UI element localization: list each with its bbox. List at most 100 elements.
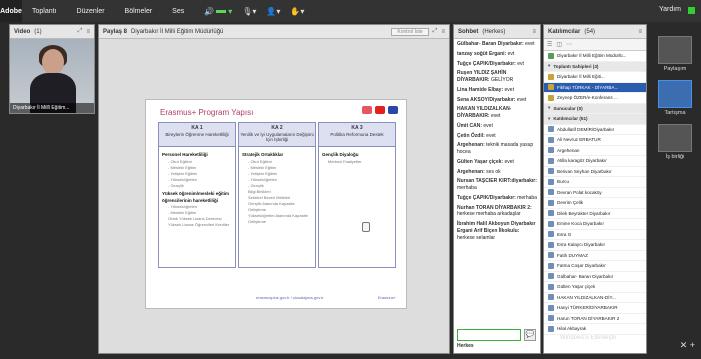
participant-row[interactable]: Fatih DUYMAZ (544, 251, 646, 261)
chat-message: Çetin Özdil: evet (457, 133, 537, 140)
attendee-name: Ali Nevruz ERBATUR (557, 137, 601, 143)
activation-watermark: Windows'u Etkinleştir (560, 335, 617, 341)
user-icon (548, 136, 554, 143)
chat-message: Nurhan TORAN DİYARBAKIR 2: herkese merha… (457, 205, 537, 219)
participant-row[interactable]: Devrim Çelik (544, 198, 646, 209)
chat-pod-title: Sohbet (458, 28, 479, 35)
layout-share-label[interactable]: Paylaşım (649, 66, 701, 72)
layout-discussion-thumbnail[interactable] (658, 80, 692, 108)
participant-row[interactable]: Gülbahar- Baran Diyarbakır (544, 272, 646, 282)
slide-title: Erasmus+ Program Yapısı (160, 108, 254, 117)
participant-row[interactable]: Burcu (544, 177, 646, 188)
chat-text: evt (507, 50, 515, 57)
options-icon[interactable]: ⋯ (566, 41, 572, 48)
hosts-group-header[interactable]: ▾ Toplantı Sahipleri (3) (544, 61, 646, 72)
webcam-icon[interactable]: 👤▾ (266, 7, 280, 16)
host-row[interactable]: Fikhap TÜRKAK - DİYARBA... (544, 82, 646, 93)
user-icon (548, 178, 554, 185)
attendee-name: Argehenan (557, 147, 580, 153)
share-pod: Paylaş 8 Diyarbakır İl Milli Eğitim Müdü… (98, 24, 450, 354)
collapse-arrow-icon[interactable]: ▾ (548, 105, 550, 111)
ka-name: Bireylerin Öğrenme Hareketliliği (165, 131, 229, 137)
pod-menu-icon[interactable]: ≡ (441, 29, 445, 35)
participant-row[interactable]: HAKAN YILDIZALKAN-DİY... (544, 293, 646, 303)
raise-hand-icon[interactable]: ✋▾ (290, 7, 304, 16)
participant-row[interactable]: Dilek Beyrakter Diyarbakır (544, 209, 646, 219)
attendee-name: Diyarbakır İl Milli Eğitim Müdürlü... (557, 53, 627, 59)
chat-input[interactable] (457, 329, 521, 341)
fullscreen-icon[interactable]: ⤢ (433, 28, 438, 35)
participant-row[interactable]: Berivan Seyhan Diyarbakır (544, 167, 646, 177)
microphone-icon[interactable]: 🎙▾ (242, 7, 256, 16)
layout-collaboration-label[interactable]: İş birliği (649, 154, 701, 160)
participant-row[interactable]: Abdullatif DEMİR/Diyarbakır (544, 125, 646, 135)
menu-audio[interactable]: Ses (162, 8, 194, 15)
attendee-name: Hilal Akbayrak (557, 326, 587, 332)
tools-icons[interactable]: ✕ + (680, 340, 695, 351)
host-row[interactable]: Diyarbakır İl Milli Eğiti... (544, 72, 646, 83)
attendee-name: Diyarbakır İl Milli Eğiti... (557, 74, 605, 80)
speaker-icon[interactable]: 🔊 ▾ (204, 7, 232, 16)
participant-row[interactable]: Gülten Yaşar çiçek (544, 282, 646, 293)
fullscreen-icon[interactable]: ⤢ (78, 28, 83, 35)
participant-row[interactable]: Emine Koca Diyarbakır (544, 219, 646, 230)
chat-pod: Sohbet (Herkes) ≡ Gülbahar- Baran Diyarb… (453, 24, 541, 354)
participant-row[interactable]: Harun TORAN DİYARBAKIR 2 (544, 314, 646, 324)
participant-row[interactable]: Hilal Akbayrak (544, 324, 646, 335)
attendee-name: Fatih DUYMAZ (557, 252, 588, 258)
menu-bar: Adobe Toplantı Düzenler Bölmeler Ses 🔊 ▾ … (0, 0, 701, 22)
menu-layouts[interactable]: Düzenler (67, 8, 115, 15)
attendee-name: Esra Kalaycı Diyarbakır (557, 242, 605, 248)
user-icon (548, 94, 554, 101)
participant-row[interactable]: Esra G (544, 230, 646, 240)
chat-sender: Argehenan: (457, 168, 485, 175)
participant-row[interactable]: Argehenan (544, 146, 646, 156)
user-icon (548, 168, 554, 175)
host-row[interactable]: Zeynep ÖZER/e-Konferans ... (544, 93, 646, 104)
send-message-button[interactable]: 💬 (524, 329, 536, 341)
menu-meeting[interactable]: Toplantı (22, 8, 67, 15)
chat-message: Gülbahar- Baran Diyarbakır: evet (457, 41, 537, 48)
participants-group-header[interactable]: ▾ Katılımcılar (51) (544, 114, 646, 125)
user-icon (548, 283, 554, 290)
user-icon (548, 315, 554, 322)
chat-text: herkese selamlar (457, 234, 496, 241)
user-icon (548, 73, 554, 80)
presentation-slide: Erasmus+ Program Yapısı KA 1 Bireylerin Ö… (145, 99, 407, 309)
layout-share-thumbnail[interactable] (658, 36, 692, 64)
participant-row[interactable]: Hanyi TÜRKER/DİYARBAKIR (544, 303, 646, 314)
help-menu[interactable]: Yardım (659, 6, 681, 13)
pod-menu-icon[interactable]: ≡ (638, 29, 642, 35)
menu-pods[interactable]: Bölmeler (115, 8, 163, 15)
user-icon (548, 325, 554, 332)
participant-row[interactable]: Ali Nevruz ERBATUR (544, 135, 646, 146)
participant-row[interactable]: Devran Polat kocaköy (544, 188, 646, 198)
user-icon (548, 199, 554, 206)
chat-pod-header: Sohbet (Herkes) ≡ (454, 25, 540, 39)
presenters-group-header[interactable]: ▾ Sunucular (0) (544, 103, 646, 114)
pod-menu-icon[interactable]: ≡ (86, 29, 90, 35)
attendee-name: Gülbahar- Baran Diyarbakır (557, 273, 614, 279)
collapse-arrow-icon[interactable]: ▾ (548, 116, 550, 122)
collapse-arrow-icon[interactable]: ▾ (548, 63, 550, 69)
attendee-name: Fikhap TÜRKAK - DİYARBA... (557, 84, 619, 90)
list-view-icon[interactable]: ☰ (547, 41, 552, 48)
chat-tab-everyone[interactable]: Herkes (457, 343, 474, 349)
request-control-button[interactable]: Kontrol İste (391, 27, 429, 36)
status-view-icon[interactable]: ◫ (556, 41, 562, 48)
chat-message: Sena AKSOY/Diyarbakır: evet (457, 97, 537, 104)
pod-menu-icon[interactable]: ≡ (532, 29, 536, 35)
participant-row[interactable]: Atilla karagöz Diyarbakır (544, 156, 646, 167)
connection-status-icon (688, 7, 695, 14)
user-icon (548, 84, 554, 91)
participant-row[interactable]: Esra Kalaycı Diyarbakır (544, 240, 646, 251)
room-name-row[interactable]: Diyarbakır İl Milli Eğitim Müdürlü... (544, 51, 646, 62)
attendees-pod: Katılımcılar (54) ≡ ☰ ◫ ⋯ Diyarbakır İl … (543, 24, 647, 354)
attendee-name: Devrim Çelik (557, 200, 584, 206)
ka1-column: KA 1 Bireylerin Öğrenme Hareketliliği Per… (158, 122, 236, 268)
chat-sender: Tuğçe ÇAPIK/Diyarbakır: (457, 60, 516, 67)
layout-discussion-label[interactable]: Tartışma (649, 110, 701, 116)
layout-collaboration-thumbnail[interactable] (658, 124, 692, 152)
attendee-name: Fatma Coşar Diyarbakır (557, 263, 606, 269)
participant-row[interactable]: Fatma Coşar Diyarbakır (544, 261, 646, 272)
